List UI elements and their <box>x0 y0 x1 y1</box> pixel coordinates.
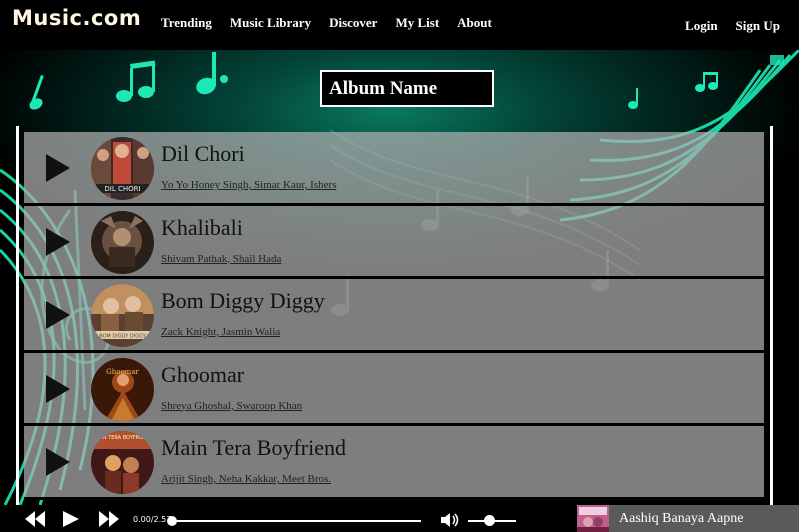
auth-links: Login Sign Up <box>685 18 780 34</box>
now-playing[interactable]: Aashiq Banaya Aapne <box>577 505 799 532</box>
nav-discover[interactable]: Discover <box>329 15 377 31</box>
song-artists-link[interactable]: Shivam Pathak, Shail Hada <box>161 253 281 265</box>
seek-bar[interactable] <box>167 516 421 526</box>
song-title: Dil Chori <box>161 141 245 166</box>
album-hero: Album Name DIL CHORI Dil Chori Yo Yo Hon… <box>0 50 799 505</box>
play-icon[interactable] <box>46 374 70 403</box>
song-artists-link[interactable]: Arijit Singh, Neha Kakkar, Meet Bros. <box>161 473 331 485</box>
speaker-icon[interactable] <box>441 512 461 528</box>
song-artists-link[interactable]: Shreya Ghoshal, Swaroop Khan <box>161 400 302 412</box>
cover-text: DIL CHORI <box>104 185 140 193</box>
login-link[interactable]: Login <box>685 18 718 34</box>
play-icon[interactable] <box>46 301 70 329</box>
album-cover <box>91 210 154 274</box>
song-row[interactable]: MAIN TERA BOYFRIEND Main Tera Boyfriend … <box>24 426 764 500</box>
song-row[interactable]: DIL CHORI Dil Chori Yo Yo Honey Singh, S… <box>24 132 764 206</box>
song-title: Khalibali <box>161 214 243 240</box>
song-artists-link[interactable]: Zack Knight, Jasmin Walia <box>161 326 280 338</box>
rewind-icon[interactable] <box>25 511 45 527</box>
play-icon[interactable] <box>46 448 70 476</box>
song-title: Main Tera Boyfriend <box>161 435 347 460</box>
album-cover: Ghoomar <box>91 357 154 421</box>
album-cover: DIL CHORI <box>91 137 154 200</box>
album-cover: BOM DIGGY DIGGY <box>91 284 154 347</box>
site-logo[interactable]: Music.com <box>12 6 141 30</box>
nav-about[interactable]: About <box>457 15 492 31</box>
play-icon[interactable] <box>46 227 70 256</box>
cover-text: BOM DIGGY DIGGY <box>99 334 146 340</box>
playback-time: 0.00/2.57 <box>133 515 172 524</box>
album-cover: MAIN TERA BOYFRIEND <box>91 431 154 494</box>
navbar: Music.com Trending Music Library Discove… <box>0 0 799 50</box>
nav-music-library[interactable]: Music Library <box>230 15 311 31</box>
cover-text: Ghoomar <box>106 368 139 376</box>
now-playing-cover <box>577 505 609 532</box>
volume-slider[interactable] <box>468 515 516 526</box>
song-row[interactable]: Ghoomar Ghoomar Shreya Ghoshal, Swaroop … <box>24 352 764 426</box>
song-title: Bom Diggy Diggy <box>161 288 325 313</box>
nav-links: Trending Music Library Discover My List … <box>161 15 492 31</box>
list-frame-right <box>770 126 773 505</box>
nav-my-list[interactable]: My List <box>395 15 439 31</box>
volume-knob[interactable] <box>484 515 496 526</box>
song-row[interactable]: Khalibali Shivam Pathak, Shail Hada <box>24 205 764 279</box>
play-icon[interactable] <box>63 511 79 527</box>
play-icon[interactable] <box>46 154 70 182</box>
seek-knob[interactable] <box>167 516 177 526</box>
nav-trending[interactable]: Trending <box>161 15 212 31</box>
signup-link[interactable]: Sign Up <box>736 18 780 34</box>
song-artists-link[interactable]: Yo Yo Honey Singh, Simar Kaur, Ishers <box>161 179 336 191</box>
song-row[interactable]: BOM DIGGY DIGGY Bom Diggy Diggy Zack Kni… <box>24 279 764 353</box>
now-playing-title: Aashiq Banaya Aapne <box>619 511 744 526</box>
list-frame-left <box>16 126 19 505</box>
fast-forward-icon[interactable] <box>99 511 119 527</box>
album-name-title: Album Name <box>320 70 494 107</box>
cover-text: MAIN TERA BOYFRIEND <box>94 435 152 441</box>
song-title: Ghoomar <box>161 361 245 387</box>
song-list: DIL CHORI Dil Chori Yo Yo Honey Singh, S… <box>24 132 764 500</box>
